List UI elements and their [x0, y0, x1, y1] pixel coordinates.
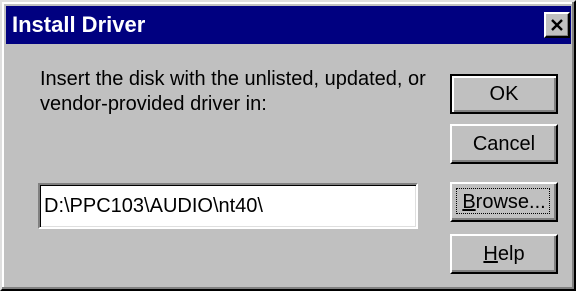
browse-button[interactable]: Browse... [450, 182, 558, 222]
window-title: Install Driver [12, 12, 146, 37]
driver-path-input[interactable] [38, 183, 418, 229]
cancel-button[interactable]: Cancel [450, 124, 558, 164]
help-label-rest: elp [497, 243, 525, 265]
install-driver-dialog: Install Driver Insert the disk with the … [0, 0, 576, 291]
browse-mnemonic: B [462, 191, 476, 213]
help-button[interactable]: Help [450, 234, 558, 274]
close-icon [551, 19, 563, 31]
ok-button[interactable]: OK [450, 74, 558, 114]
browse-label-rest: rowse... [475, 191, 546, 213]
title-bar[interactable]: Install Driver [6, 6, 571, 44]
instruction-text: Insert the disk with the unlisted, updat… [40, 68, 426, 115]
help-mnemonic: H [483, 243, 498, 265]
close-button[interactable] [544, 12, 570, 38]
